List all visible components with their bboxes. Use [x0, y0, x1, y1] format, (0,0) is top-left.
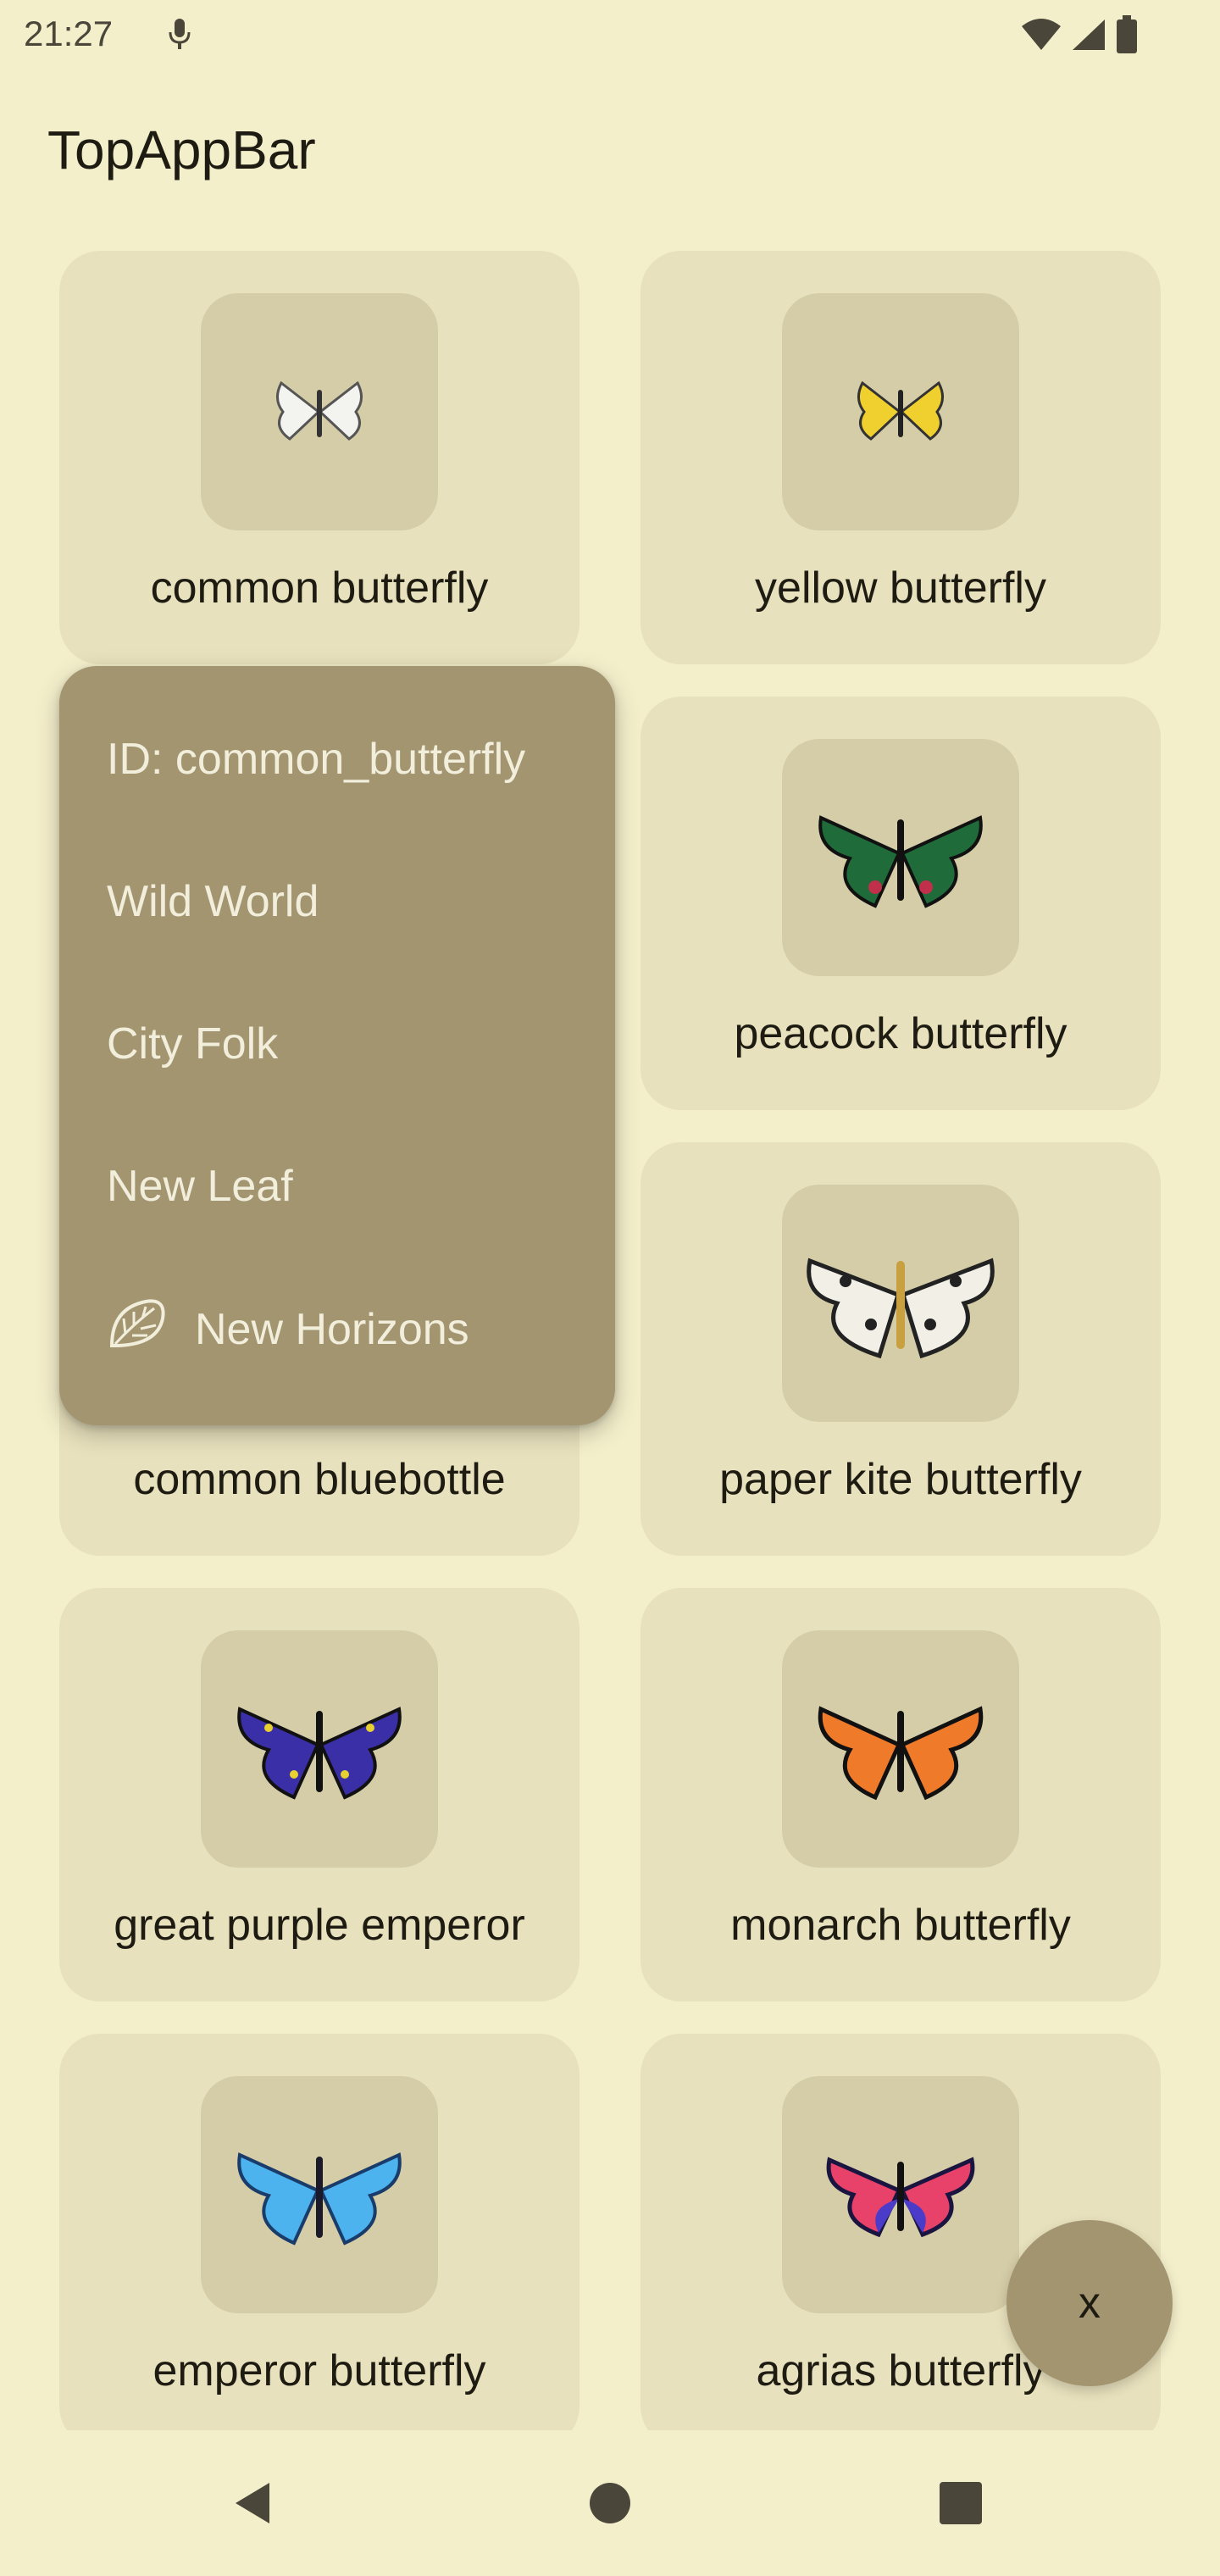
menu-item-city-folk[interactable]: City Folk [107, 1019, 278, 1069]
menu-item-wild-world[interactable]: Wild World [107, 876, 319, 927]
card-peacock-butterfly[interactable]: peacock butterfly [640, 697, 1161, 1110]
menu-item-label: ID: common_butterfly [107, 735, 526, 784]
microphone-icon [168, 17, 191, 55]
card-common-butterfly[interactable]: common butterfly [59, 251, 580, 664]
back-button[interactable] [214, 2464, 295, 2545]
card-emperor-butterfly[interactable]: emperor butterfly [59, 2034, 580, 2430]
butterfly-image [782, 2076, 1019, 2313]
menu-item-new-horizons[interactable]: New Horizons [107, 1296, 469, 1362]
card-label: common bluebottle [133, 1455, 506, 1504]
butterfly-image [201, 2076, 438, 2313]
cell-signal-icon [1071, 18, 1106, 56]
butterfly-image [782, 739, 1019, 976]
recents-button[interactable] [920, 2464, 1001, 2545]
card-label: great purple emperor [114, 1901, 525, 1950]
menu-item-label: Wild World [107, 877, 319, 926]
card-yellow-butterfly[interactable]: yellow butterfly [640, 251, 1161, 664]
butterfly-image [782, 1185, 1019, 1422]
card-monarch-butterfly[interactable]: monarch butterfly [640, 1588, 1161, 2001]
battery-icon [1115, 15, 1139, 58]
butterfly-image [201, 1630, 438, 1868]
menu-item-id[interactable]: ID: common_butterfly [107, 734, 525, 785]
leaf-icon [107, 1296, 168, 1362]
wifi-icon [1020, 18, 1062, 56]
menu-item-new-leaf[interactable]: New Leaf [107, 1161, 293, 1212]
butterfly-image [782, 293, 1019, 530]
card-label: paper kite butterfly [719, 1455, 1082, 1504]
card-paper-kite-butterfly[interactable]: paper kite butterfly [640, 1142, 1161, 1556]
home-button[interactable] [569, 2464, 651, 2545]
card-label: common butterfly [150, 564, 489, 613]
butterfly-image [782, 1630, 1019, 1868]
home-icon [588, 2481, 632, 2529]
app-bar-title: TopAppBar [47, 119, 316, 180]
close-fab-button[interactable]: x [1006, 2220, 1173, 2386]
menu-item-label: City Folk [107, 1019, 279, 1069]
card-label: peacock butterfly [734, 1009, 1068, 1058]
card-label: yellow butterfly [755, 564, 1046, 613]
back-icon [230, 2479, 278, 2531]
menu-item-label: New Horizons [195, 1304, 469, 1354]
menu-item-label: New Leaf [107, 1162, 293, 1211]
fab-label: x [1079, 2279, 1101, 2328]
status-time: 21:27 [24, 14, 114, 53]
context-menu: ID: common_butterfly Wild World City Fol… [59, 666, 615, 1425]
card-label: monarch butterfly [730, 1901, 1071, 1950]
status-bar: 21:27 [0, 0, 1220, 71]
system-nav-bar [0, 2430, 1220, 2576]
recents-icon [938, 2480, 984, 2530]
card-great-purple-emperor[interactable]: great purple emperor [59, 1588, 580, 2001]
butterfly-image [201, 293, 438, 530]
card-label: emperor butterfly [152, 2346, 486, 2396]
